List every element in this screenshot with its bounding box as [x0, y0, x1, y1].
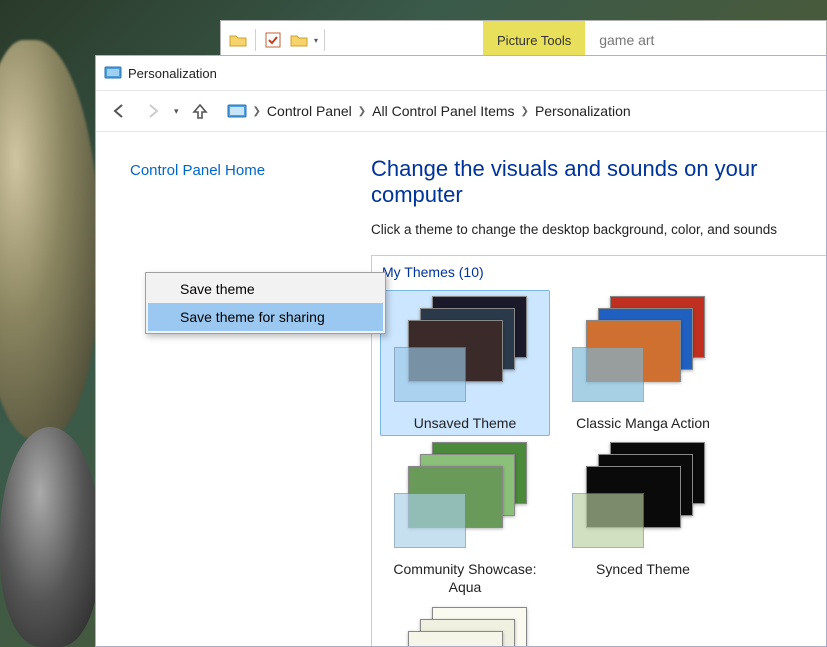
chevron-right-icon[interactable]: ❯ — [521, 106, 529, 117]
chevron-right-icon[interactable]: ❯ — [253, 106, 261, 117]
context-menu: Save theme Save theme for sharing — [145, 272, 386, 334]
forward-button — [140, 98, 166, 124]
sidebar: Control Panel Home — [96, 132, 371, 646]
theme-grid: Unsaved Theme Classic Manga Action Communi… — [372, 286, 826, 646]
breadcrumb-item[interactable]: Personalization — [535, 103, 631, 119]
theme-label: Community Showcase: Aqua — [384, 560, 546, 596]
theme-item[interactable]: Classic Manga Action — [558, 290, 728, 436]
theme-item[interactable]: Unsaved Theme — [380, 290, 550, 436]
up-button[interactable] — [187, 98, 213, 124]
theme-thumbnail — [390, 294, 540, 406]
content-area: Control Panel Home Change the visuals an… — [96, 132, 826, 646]
tab-picture-tools[interactable]: Picture Tools — [483, 21, 585, 59]
breadcrumb-item[interactable]: Control Panel — [267, 103, 352, 119]
theme-thumbnail — [390, 605, 540, 646]
personalization-icon — [104, 64, 122, 82]
titlebar[interactable]: Personalization — [96, 56, 826, 90]
control-panel-icon — [227, 103, 247, 119]
menu-save-theme[interactable]: Save theme — [148, 275, 383, 303]
theme-thumbnail — [568, 440, 718, 552]
page-heading: Change the visuals and sounds on your co… — [371, 156, 826, 208]
chevron-right-icon[interactable]: ❯ — [358, 106, 366, 117]
back-button[interactable] — [106, 98, 132, 124]
qat-dropdown-icon[interactable]: ▾ — [314, 36, 318, 45]
properties-checkbox-icon[interactable] — [262, 29, 284, 51]
breadcrumb-item[interactable]: All Control Panel Items — [372, 103, 514, 119]
folder-icon[interactable] — [227, 29, 249, 51]
theme-item[interactable]: 白日夢 (Daydream) — [380, 601, 550, 646]
theme-label: Unsaved Theme — [414, 414, 516, 432]
recent-locations-dropdown[interactable]: ▾ — [174, 106, 179, 117]
themes-group: My Themes (10) Unsaved Theme Classic Mang… — [371, 255, 826, 646]
tab-folder-name[interactable]: game art — [585, 26, 668, 54]
theme-item[interactable]: Community Showcase: Aqua — [380, 436, 550, 600]
explorer-window-ribbon: ▾ Picture Tools game art — [220, 20, 827, 60]
separator — [255, 29, 256, 51]
quick-access-toolbar: ▾ — [221, 29, 333, 51]
themes-group-label: My Themes (10) — [372, 264, 826, 286]
theme-thumbnail — [390, 440, 540, 552]
theme-item[interactable]: Synced Theme — [558, 436, 728, 600]
control-panel-home-link[interactable]: Control Panel Home — [130, 162, 355, 179]
breadcrumb[interactable]: ❯ Control Panel ❯ All Control Panel Item… — [227, 103, 631, 119]
window-title: Personalization — [128, 66, 217, 81]
page-subtitle: Click a theme to change the desktop back… — [371, 222, 826, 237]
personalization-window: Personalization ▾ ❯ Control Panel ❯ All … — [95, 55, 827, 647]
separator — [324, 29, 325, 51]
main-panel: Change the visuals and sounds on your co… — [371, 132, 826, 646]
theme-label: Synced Theme — [596, 560, 690, 578]
menu-save-theme-for-sharing[interactable]: Save theme for sharing — [148, 303, 383, 331]
new-folder-icon[interactable] — [288, 29, 310, 51]
navigation-bar: ▾ ❯ Control Panel ❯ All Control Panel It… — [96, 90, 826, 132]
theme-label: Classic Manga Action — [576, 414, 710, 432]
theme-thumbnail — [568, 294, 718, 406]
